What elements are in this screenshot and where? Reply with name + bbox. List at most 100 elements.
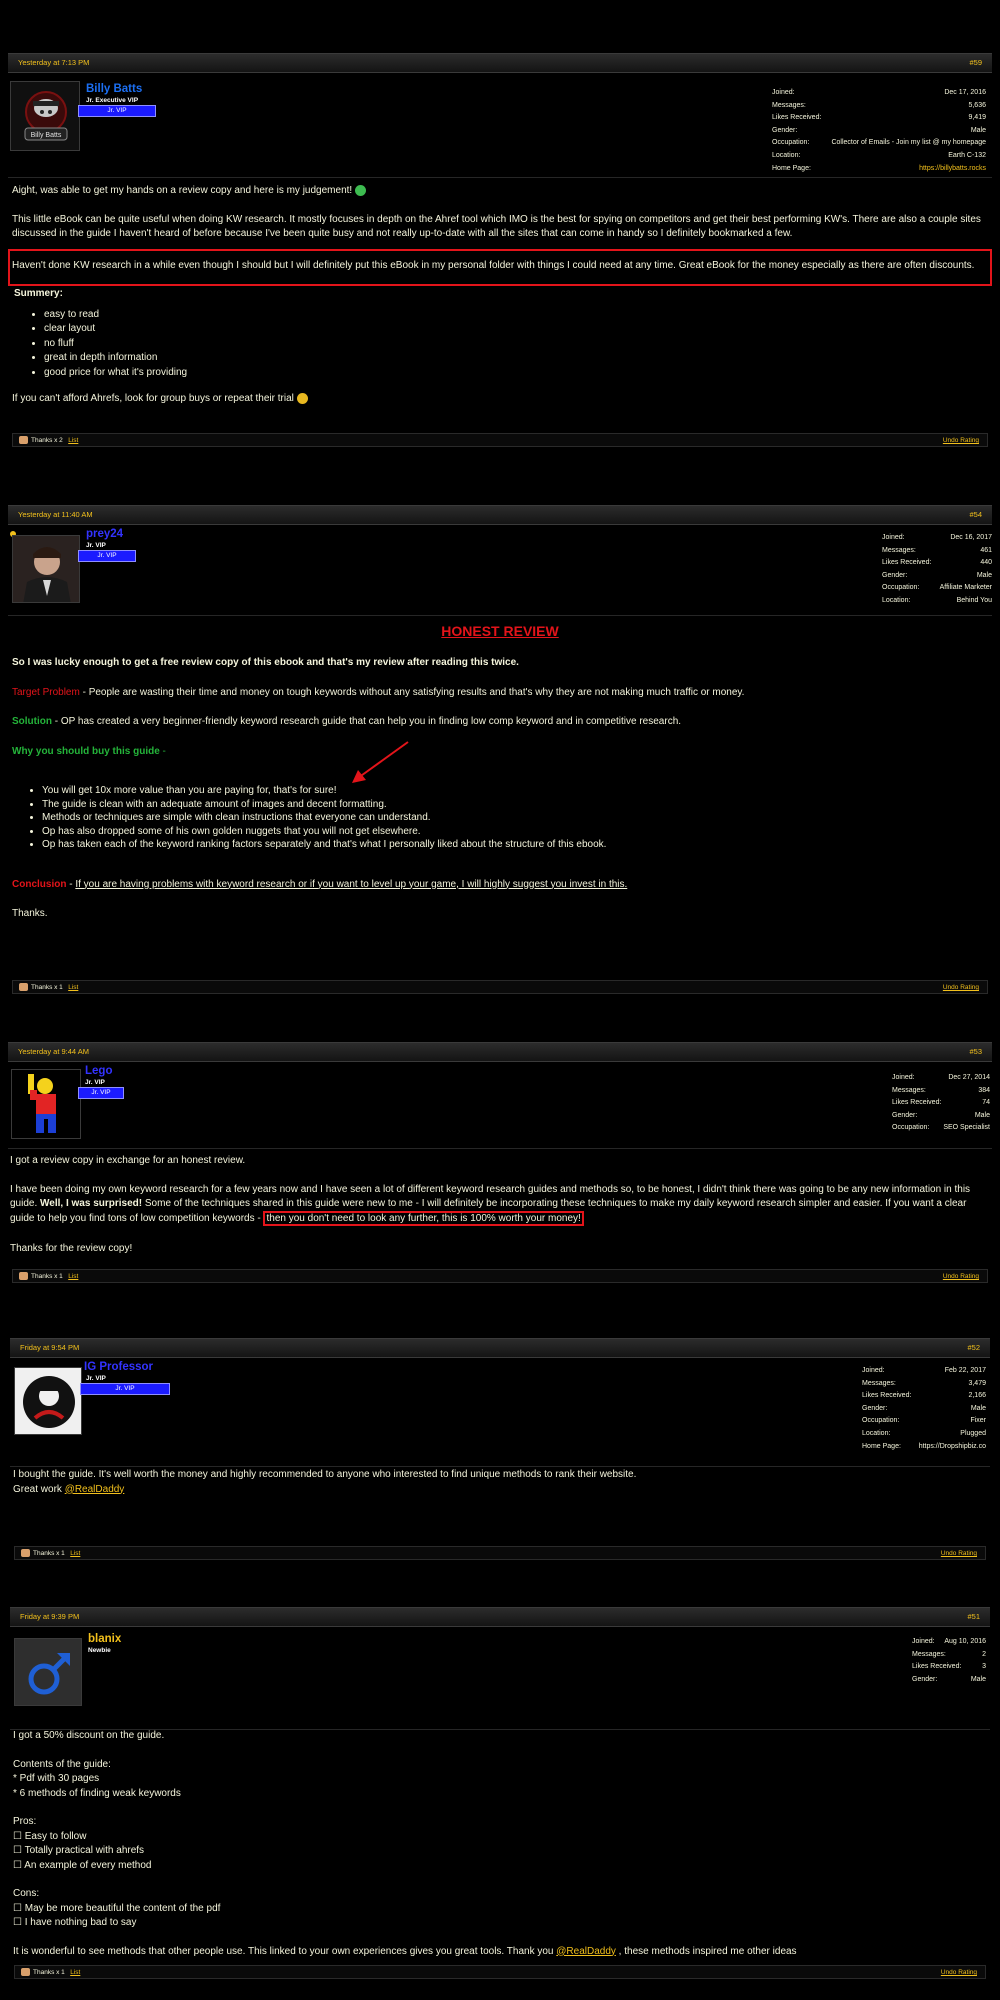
post-user-info: Lego Jr. VIP Jr. VIP Joined: Dec 27, 2014…: [8, 1062, 992, 1149]
undo-rating-link[interactable]: Undo Rating: [943, 1270, 979, 1284]
stat-row: Joined: Dec 16, 2017: [882, 534, 992, 541]
post-paragraph: I have been doing my own keyword researc…: [10, 1183, 971, 1226]
stat-row: Joined: Aug 10, 2016: [912, 1638, 986, 1645]
avatar[interactable]: [12, 535, 80, 603]
post-51: Friday at 9:39 PM #51 blanix Newbie Join…: [10, 1607, 990, 1987]
thanks-count: Thanks x 1: [31, 984, 63, 991]
stat-row: Gender: Male: [882, 571, 992, 579]
list-link[interactable]: List: [68, 984, 78, 991]
list-link[interactable]: List: [70, 1550, 80, 1557]
list-item: * Pdf with 30 pages: [13, 1773, 100, 1784]
post-53: Yesterday at 9:44 AM #53 Lego Jr. VIP Jr…: [8, 1042, 992, 1292]
avatar[interactable]: [11, 1069, 81, 1139]
post-body: I bought the guide. It's well worth the …: [13, 1468, 983, 1497]
list-item: ☐ Totally practical with ahrefs: [13, 1845, 145, 1856]
list-item: ☐ Easy to follow: [13, 1830, 87, 1842]
username[interactable]: Lego: [85, 1065, 112, 1077]
post-time: Friday at 9:39 PM: [20, 1612, 80, 1621]
stat-row: Joined: Dec 27, 2014: [892, 1074, 990, 1081]
post-paragraph: If you can't afford Ahrefs, look for gro…: [12, 392, 987, 407]
username[interactable]: prey24: [86, 528, 123, 540]
post-time: Friday at 9:54 PM: [20, 1343, 80, 1352]
highlight-box: [8, 249, 992, 286]
username[interactable]: blanix: [88, 1633, 121, 1645]
post-paragraph: Why you should buy this guide -: [12, 745, 166, 757]
undo-rating-link[interactable]: Undo Rating: [943, 434, 979, 448]
red-arrow-icon: [352, 741, 409, 783]
rank-badge: Jr. VIP: [78, 1087, 124, 1099]
post-header: Friday at 9:54 PM #52: [10, 1338, 990, 1358]
stat-row: Location: Behind You: [882, 596, 992, 604]
post-footer: Thanks x 1 List Undo Rating: [14, 1965, 986, 1979]
rank-badge: Jr. VIP: [78, 550, 136, 562]
post-user-info: prey24 Jr. VIP Jr. VIP Joined: Dec 16, 20…: [8, 525, 992, 616]
stat-row: Gender: Male: [772, 126, 986, 134]
avatar[interactable]: Billy Batts: [10, 81, 80, 151]
post-paragraph: Conclusion - If you are having problems …: [12, 878, 628, 890]
thumbs-up-icon: [19, 983, 28, 992]
post-user-info: Billy Batts Billy Batts Jr. Executive VI…: [8, 73, 992, 178]
post-footer: Thanks x 2 List Undo Rating: [12, 433, 988, 447]
username[interactable]: Billy Batts: [86, 83, 142, 95]
list-link[interactable]: List: [70, 1969, 80, 1976]
post-number-link[interactable]: #53: [969, 1043, 982, 1061]
list-item: easy to read: [44, 308, 987, 323]
list-link[interactable]: List: [68, 1273, 78, 1280]
post-number-link[interactable]: #54: [969, 506, 982, 524]
post-paragraph: I got a review copy in exchange for an h…: [10, 1155, 246, 1166]
list-item: Op has taken each of the keyword ranking…: [42, 838, 987, 852]
post-paragraph: Great work @RealDaddy: [13, 1483, 125, 1495]
user-stats: Joined: Dec 27, 2014 Messages: 384 Likes R…: [892, 1072, 990, 1135]
home-page-link[interactable]: https://billybatts.rocks: [919, 163, 986, 176]
avatar[interactable]: [14, 1367, 82, 1435]
undo-rating-link[interactable]: Undo Rating: [941, 1547, 977, 1561]
post-number-link[interactable]: #51: [967, 1608, 980, 1626]
post-52: Friday at 9:54 PM #52 IG Professor Jr. V…: [10, 1338, 990, 1570]
post-user-info: IG Professor Jr. VIP Jr. VIP Joined: Feb …: [10, 1358, 990, 1467]
post-paragraph: I bought the guide. It's well worth the …: [13, 1469, 637, 1480]
post-user-info: blanix Newbie Joined: Aug 10, 2016 Messag…: [10, 1627, 990, 1730]
list-item: * 6 methods of finding weak keywords: [13, 1787, 181, 1799]
stat-row: Likes Received: 2,166: [862, 1392, 986, 1400]
user-stats: Joined: Dec 16, 2017 Messages: 461 Likes R…: [882, 532, 992, 608]
username[interactable]: IG Professor: [84, 1361, 153, 1373]
mention-link[interactable]: @RealDaddy: [65, 1484, 125, 1495]
post-paragraph: Thanks.: [12, 908, 48, 919]
list-link[interactable]: List: [68, 437, 78, 444]
post-paragraph: So I was lucky enough to get a free revi…: [12, 657, 519, 668]
user-title: Jr. VIP: [86, 1375, 106, 1382]
target-label: Target Problem: [12, 686, 80, 698]
stat-row: Messages: 461: [882, 546, 992, 554]
list-item: great in depth information: [44, 351, 987, 366]
thumbs-up-icon: [21, 1549, 30, 1558]
stat-row: Messages: 2: [912, 1650, 986, 1658]
post-number-link[interactable]: #59: [969, 54, 982, 72]
reasons-list: You will get 10x more value than you are…: [12, 784, 987, 852]
avatar[interactable]: [14, 1638, 82, 1706]
thanks-count: Thanks x 2: [31, 437, 63, 444]
undo-rating-link[interactable]: Undo Rating: [941, 1966, 977, 1980]
list-item: ☐ May be more beautiful the content of t…: [13, 1902, 221, 1914]
thumbs-up-icon: [19, 1272, 28, 1281]
post-paragraph: Target Problem - People are wasting thei…: [12, 686, 745, 698]
rank-badge: Jr. VIP: [78, 105, 156, 117]
thumbs-up-icon: [21, 1968, 30, 1977]
post-54: Yesterday at 11:40 AM #54 prey24 Jr. VIP…: [8, 505, 992, 1000]
mention-link[interactable]: @RealDaddy: [556, 1946, 616, 1957]
avatar-image: [12, 1070, 80, 1138]
avatar-caption: Billy Batts: [31, 132, 62, 139]
thanks-count: Thanks x 1: [31, 1273, 63, 1280]
post-body: I got a 50% discount on the guide. Conte…: [13, 1729, 983, 1959]
post-time: Yesterday at 7:13 PM: [18, 58, 90, 67]
avatar-image: Billy Batts: [11, 82, 79, 150]
post-header: Yesterday at 11:40 AM #54: [8, 505, 992, 525]
avatar-image: [13, 536, 79, 602]
undo-rating-link[interactable]: Undo Rating: [943, 981, 979, 995]
highlighted-sentence: then you don't need to look any further,…: [263, 1210, 584, 1226]
stat-row: Occupation: SEO Specialist: [892, 1124, 990, 1132]
post-number-link[interactable]: #52: [967, 1339, 980, 1357]
list-item: Methods or techniques are simple with cl…: [42, 811, 987, 825]
post-paragraph: Thanks for the review copy!: [10, 1243, 133, 1254]
avatar-image: [15, 1368, 81, 1434]
stat-row: Home Page: https://Dropshipbiz.co: [862, 1441, 986, 1454]
